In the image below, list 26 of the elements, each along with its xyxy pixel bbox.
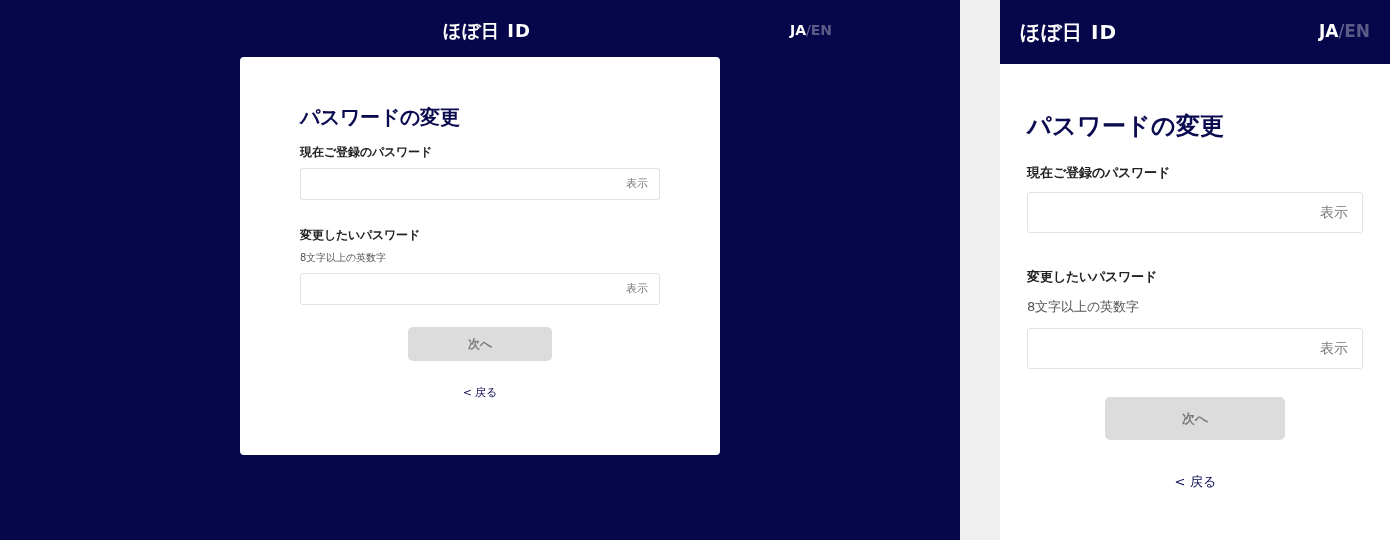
logo[interactable]: ほぼ日 ID — [443, 17, 531, 44]
show-password-button[interactable]: 表示 — [626, 280, 648, 298]
language-link[interactable]: JA — [790, 22, 807, 38]
field-label: 変更したいパスワード — [1027, 268, 1158, 287]
language-link[interactable]: EN — [810, 22, 833, 38]
field-label: 変更したいパスワード — [300, 227, 421, 244]
logo[interactable]: ほぼ日 ID — [1020, 17, 1117, 47]
page-title: パスワードの変更 — [300, 105, 461, 129]
password-field[interactable]: 表示 — [300, 273, 660, 305]
field-hint: 8文字以上の英数字 — [300, 251, 388, 265]
back-link[interactable]: < 戻る — [1174, 472, 1216, 492]
password-field[interactable]: 表示 — [1027, 192, 1363, 234]
language-separator: / — [1338, 21, 1345, 42]
show-password-button[interactable]: 表示 — [626, 175, 648, 193]
field-hint: 8文字以上の英数字 — [1027, 297, 1141, 316]
field-label: 現在ご登録のパスワード — [1027, 163, 1171, 182]
back-link[interactable]: < 戻る — [462, 385, 498, 402]
field-label: 現在ご登録のパスワード — [300, 144, 433, 161]
language-separator: / — [806, 22, 811, 38]
page-title: パスワードの変更 — [1027, 112, 1225, 141]
language-link[interactable]: JA — [1318, 21, 1339, 42]
password-field[interactable]: 表示 — [1027, 328, 1363, 370]
show-password-button[interactable]: 表示 — [1320, 202, 1348, 224]
show-password-button[interactable]: 表示 — [1320, 338, 1348, 360]
language-link[interactable]: EN — [1344, 21, 1370, 42]
password-field[interactable]: 表示 — [300, 168, 660, 200]
